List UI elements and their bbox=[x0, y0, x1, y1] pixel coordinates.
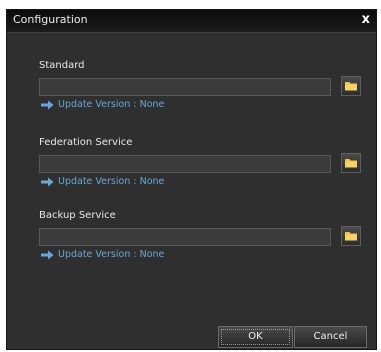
cancel-button[interactable]: Cancel bbox=[294, 326, 367, 348]
backup-service-update-version: Update Version : None bbox=[41, 249, 164, 260]
window-title: Configuration bbox=[13, 13, 88, 26]
title-bar: Configuration x bbox=[7, 10, 376, 33]
close-icon[interactable]: x bbox=[362, 12, 370, 27]
backup-service-browse-button[interactable] bbox=[341, 226, 361, 246]
backup-service-section: Backup Service Update Version : None bbox=[39, 210, 361, 260]
backup-service-label: Backup Service bbox=[39, 210, 116, 221]
configuration-dialog: Configuration x Standard Update Version … bbox=[6, 9, 377, 350]
backup-service-path-input[interactable] bbox=[39, 228, 331, 246]
federation-service-update-text: Update Version : None bbox=[58, 176, 165, 187]
folder-icon bbox=[345, 232, 357, 241]
federation-service-label: Federation Service bbox=[39, 137, 133, 148]
federation-service-update-version: Update Version : None bbox=[41, 176, 164, 187]
folder-icon bbox=[345, 159, 357, 168]
folder-icon bbox=[345, 82, 357, 91]
standard-label: Standard bbox=[39, 60, 85, 71]
arrow-right-icon bbox=[41, 250, 54, 259]
federation-service-section: Federation Service Update Version : None bbox=[39, 137, 361, 187]
standard-browse-button[interactable] bbox=[341, 76, 361, 96]
standard-update-text: Update Version : None bbox=[58, 99, 165, 110]
standard-section: Standard Update Version : None bbox=[39, 60, 361, 110]
arrow-right-icon bbox=[41, 177, 54, 186]
federation-service-path-input[interactable] bbox=[39, 155, 331, 173]
standard-update-version: Update Version : None bbox=[41, 99, 164, 110]
arrow-right-icon bbox=[41, 100, 54, 109]
backup-service-update-text: Update Version : None bbox=[58, 249, 165, 260]
ok-button[interactable]: OK bbox=[218, 326, 293, 348]
standard-path-input[interactable] bbox=[39, 78, 331, 96]
federation-service-browse-button[interactable] bbox=[341, 153, 361, 173]
